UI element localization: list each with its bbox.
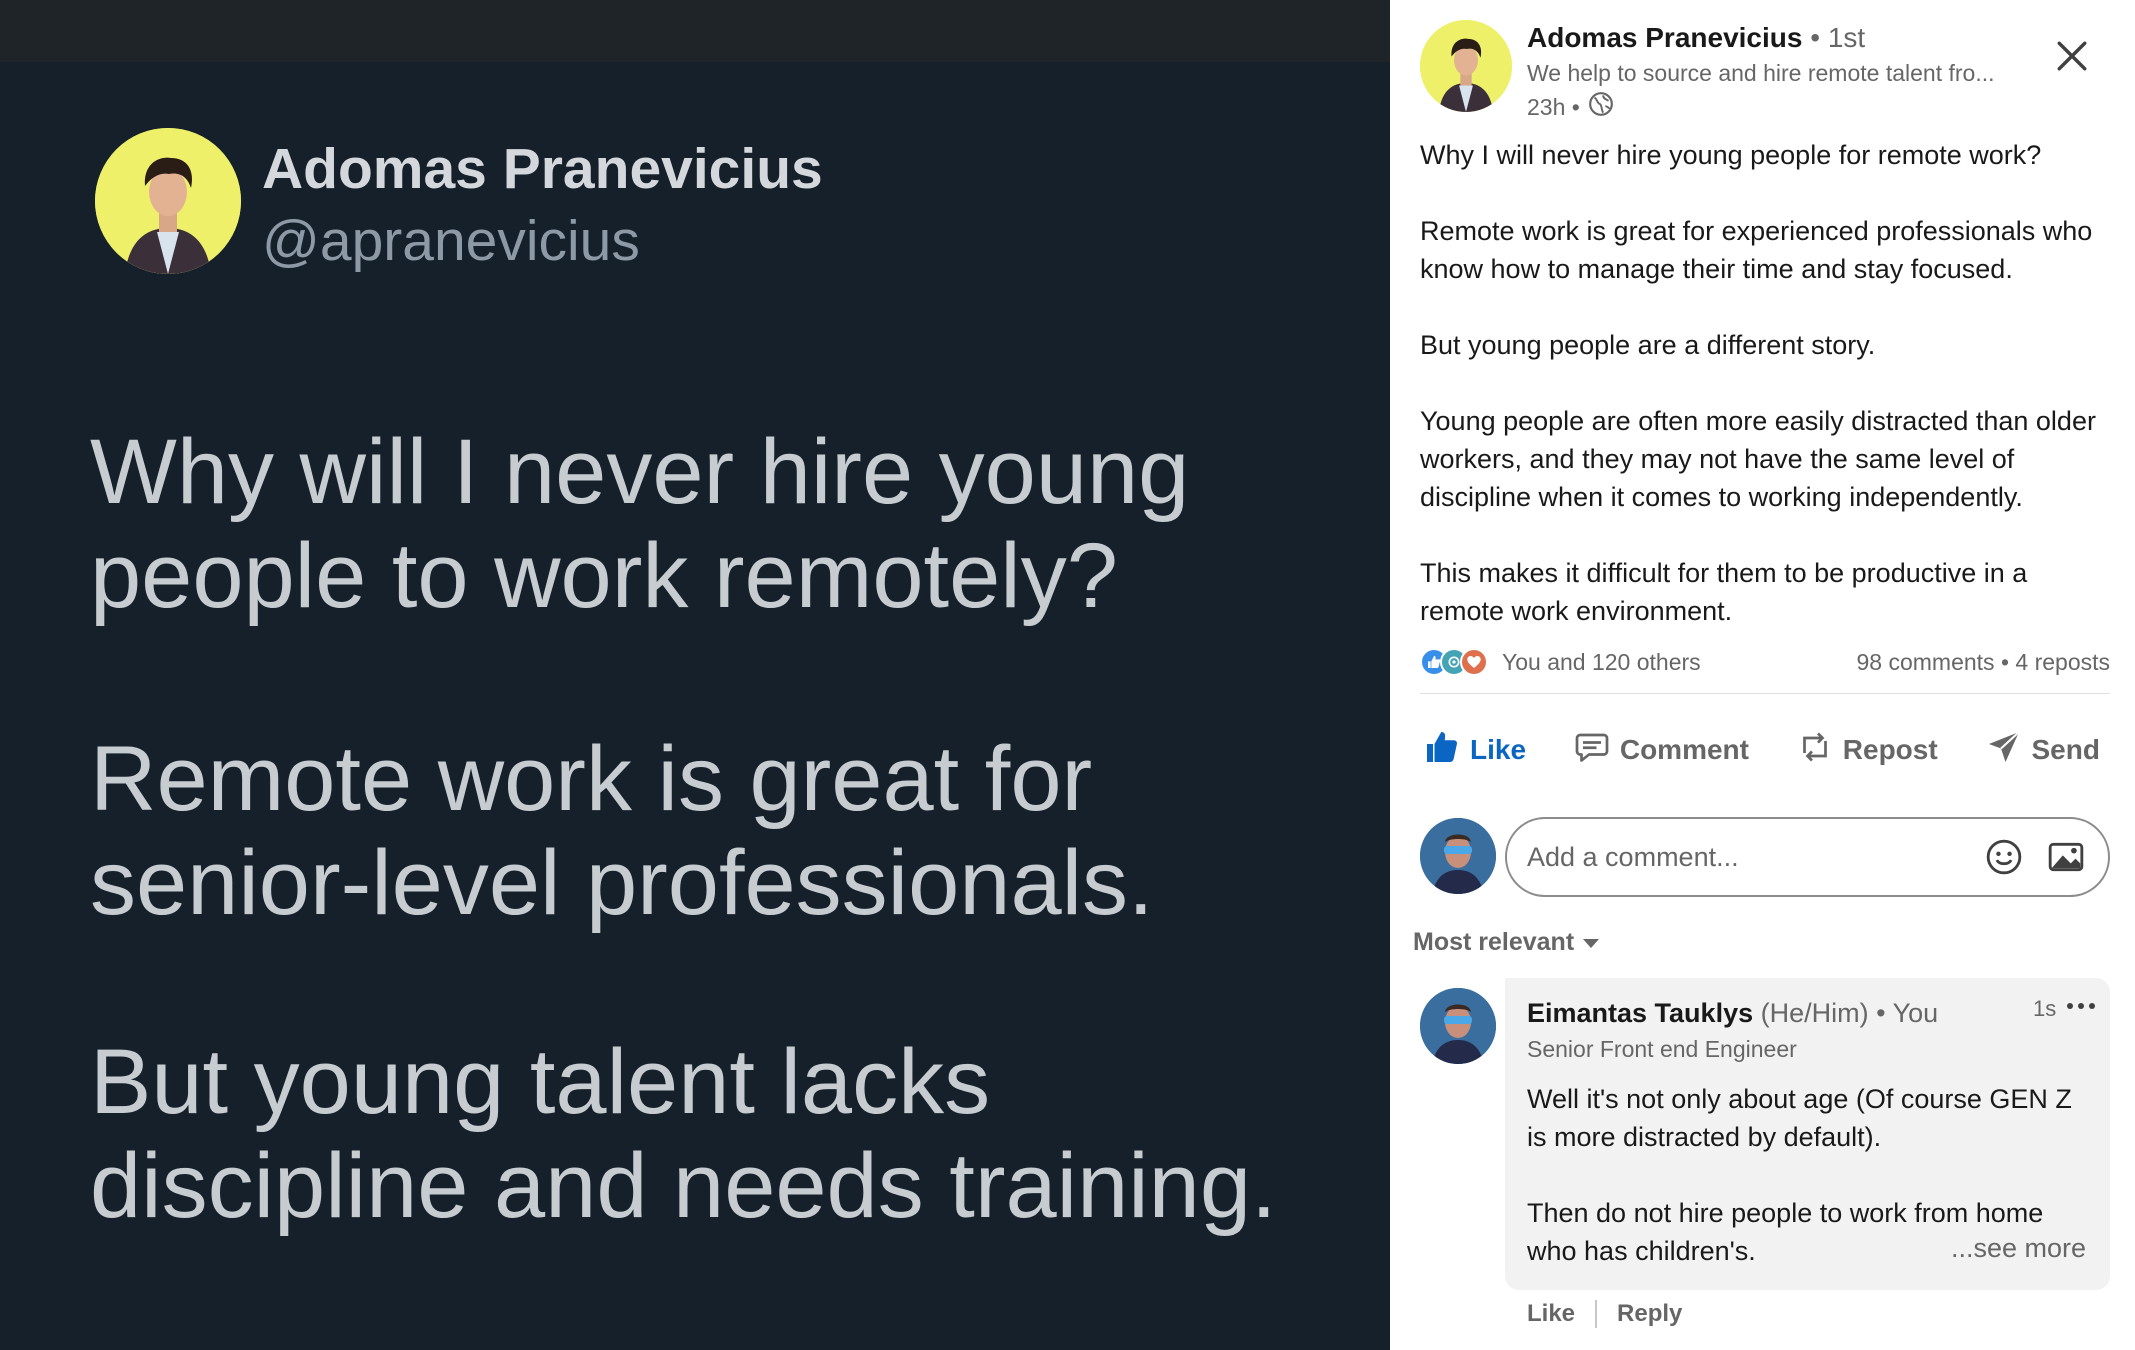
connection-degree: • 1st bbox=[1802, 22, 1866, 53]
send-icon bbox=[1986, 729, 2022, 772]
tweet-author-handle: @apranevicius bbox=[262, 209, 640, 273]
comment-box bbox=[1505, 817, 2110, 897]
love-reaction-icon bbox=[1460, 648, 1488, 676]
comment-time: 1s bbox=[2033, 996, 2057, 1021]
post-paragraph: Young people are often more easily distr… bbox=[1420, 406, 2096, 512]
post-paragraph: This makes it difficult for them to be p… bbox=[1420, 558, 2028, 626]
like-thumb-icon bbox=[1424, 729, 1460, 772]
tweet-paragraph: But young talent lacks discipline and ne… bbox=[90, 1031, 1277, 1237]
comment-label: Comment bbox=[1619, 734, 1749, 765]
comment-actions: Like Reply bbox=[1527, 1300, 1682, 1328]
comment-author-pronouns: (He/Him) bbox=[1753, 998, 1869, 1028]
globe-icon bbox=[1588, 91, 1614, 123]
tweet-author-name: Adomas Pranevicius bbox=[262, 137, 823, 201]
post-actions-bar: Like Comment Repost Send bbox=[1412, 720, 2112, 780]
tweet-paragraph: Why will I never hire young people to wo… bbox=[90, 421, 1190, 627]
emoji-icon[interactable] bbox=[1980, 833, 2028, 881]
like-button[interactable]: Like bbox=[1412, 721, 1538, 780]
comment-author-name[interactable]: Eimantas Tauklys bbox=[1527, 998, 1753, 1028]
comment-like-button[interactable]: Like bbox=[1527, 1300, 1575, 1328]
comments-reposts-count[interactable]: 98 comments • 4 reposts bbox=[1857, 649, 2111, 676]
comment-sort-dropdown[interactable]: Most relevant bbox=[1413, 928, 1600, 957]
like-label: Like bbox=[1470, 734, 1527, 765]
tweet-paragraph: Remote work is great for senior-level pr… bbox=[90, 728, 1154, 934]
post-detail-panel: Adomas Pranevicius • 1st We help to sour… bbox=[1390, 0, 2135, 1350]
author-name-row: Adomas Pranevicius • 1st bbox=[1527, 22, 1865, 54]
commenter-avatar[interactable] bbox=[1420, 988, 1496, 1064]
post-paragraph: But young people are a different story. bbox=[1420, 330, 1876, 360]
comment-bubble-icon bbox=[1574, 729, 1610, 772]
caret-down-icon bbox=[1582, 928, 1600, 957]
post-meta: 23h • bbox=[1527, 91, 1614, 123]
comment-input[interactable] bbox=[1527, 841, 1966, 873]
comment-paragraph: Well it's not only about age (Of course … bbox=[1527, 1084, 2072, 1152]
social-counts: You and 120 others 98 comments • 4 repos… bbox=[1420, 647, 2110, 677]
repost-button[interactable]: Repost bbox=[1785, 721, 1950, 780]
repost-icon bbox=[1797, 729, 1833, 772]
comment-author-headline: Senior Front end Engineer bbox=[1527, 1036, 1797, 1062]
tweet-avatar bbox=[95, 128, 241, 274]
comment-button[interactable]: Comment bbox=[1562, 721, 1761, 780]
divider bbox=[1420, 693, 2110, 694]
image-top-bar bbox=[0, 0, 1390, 62]
author-avatar[interactable] bbox=[1420, 20, 1512, 112]
see-more-link[interactable]: ...see more bbox=[1945, 1233, 2087, 1264]
send-label: Send bbox=[2031, 734, 2100, 765]
author-name[interactable]: Adomas Pranevicius bbox=[1527, 22, 1802, 53]
comment-reply-button[interactable]: Reply bbox=[1617, 1300, 1682, 1328]
close-icon[interactable] bbox=[2050, 34, 2094, 78]
post-paragraph: Why I will never hire young people for r… bbox=[1420, 140, 2042, 170]
more-dots-icon[interactable] bbox=[2066, 994, 2102, 1018]
current-user-avatar[interactable] bbox=[1420, 818, 1496, 894]
reaction-icons[interactable] bbox=[1420, 648, 1488, 676]
reactions-count[interactable]: You and 120 others bbox=[1502, 649, 1701, 676]
divider bbox=[1595, 1300, 1598, 1328]
author-headline: We help to source and hire remote talent… bbox=[1527, 60, 1995, 86]
image-icon[interactable] bbox=[2042, 833, 2090, 881]
repost-label: Repost bbox=[1842, 734, 1938, 765]
post-paragraph: Remote work is great for experienced pro… bbox=[1420, 216, 2093, 284]
post-body: Why I will never hire young people for r… bbox=[1420, 136, 2110, 630]
comment-you-badge: • You bbox=[1868, 998, 1939, 1028]
post-image[interactable]: Adomas Pranevicius @apranevicius Why wil… bbox=[0, 0, 1390, 1350]
post-time: 23h • bbox=[1527, 93, 1580, 120]
sort-label: Most relevant bbox=[1413, 928, 1575, 956]
send-button[interactable]: Send bbox=[1974, 721, 2112, 780]
comment-author-row: Eimantas Tauklys (He/Him) • You bbox=[1527, 998, 1938, 1029]
